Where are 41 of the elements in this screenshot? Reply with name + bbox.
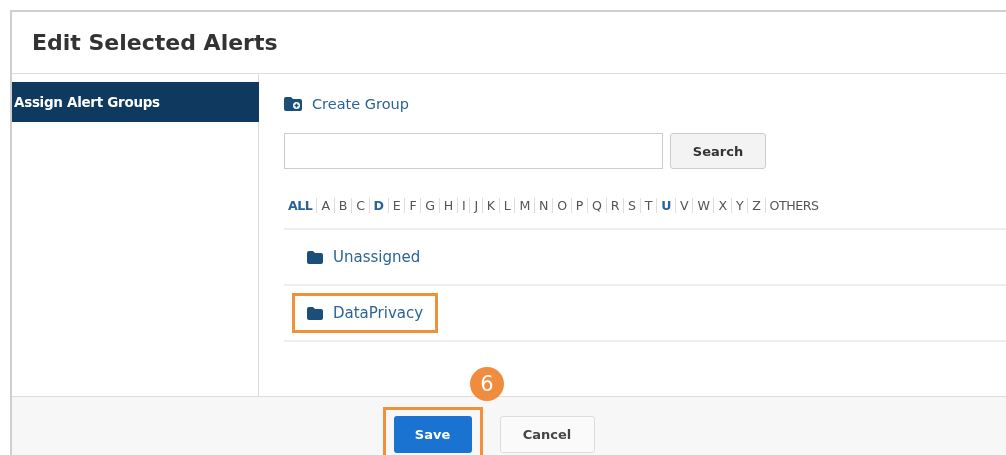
letter-filter-link[interactable]: B	[334, 197, 353, 213]
letter-filter-link[interactable]: J	[470, 197, 483, 213]
letter-filter-link[interactable]: A	[317, 197, 335, 213]
search-field[interactable]	[284, 133, 663, 169]
folder-icon	[307, 250, 323, 264]
letter-filter-link[interactable]: OTHERS	[765, 197, 823, 213]
letter-filter-link[interactable]: H	[439, 197, 458, 213]
dialog-title: Edit Selected Alerts	[32, 30, 278, 55]
letter-filter-link[interactable]: W	[693, 197, 715, 213]
letter-filter-link[interactable]: K	[482, 197, 500, 213]
letter-filter-link[interactable]: P	[571, 197, 588, 213]
cancel-button[interactable]: Cancel	[499, 416, 595, 453]
letter-filter-link[interactable]: D	[369, 197, 389, 213]
letter-filter-link[interactable]: I	[457, 197, 471, 213]
letter-filter-link[interactable]: E	[388, 197, 406, 213]
letter-filter-link[interactable]: C	[352, 197, 370, 213]
create-group-link[interactable]: Create Group	[312, 96, 409, 112]
letter-filter-link[interactable]: G	[421, 197, 440, 213]
folder-icon	[307, 306, 323, 320]
group-item[interactable]: Unassigned	[292, 237, 436, 277]
letter-filter-link[interactable]: Y	[731, 197, 749, 213]
save-button[interactable]: Save	[393, 416, 472, 453]
letter-filter-link[interactable]: T	[640, 197, 658, 213]
letter-filter-link[interactable]: ALL	[284, 197, 318, 213]
letter-filter-link[interactable]: X	[714, 197, 732, 213]
letter-filter-link[interactable]: N	[534, 197, 554, 213]
letter-filter-link[interactable]: F	[405, 197, 422, 213]
group-item[interactable]: DataPrivacy	[292, 293, 439, 333]
letter-filter-link[interactable]: S	[624, 197, 641, 213]
letter-filter-link[interactable]: V	[676, 197, 694, 213]
letter-filter-link[interactable]: R	[606, 197, 624, 213]
letter-filter-link[interactable]: Q	[587, 197, 607, 213]
letter-filter-link[interactable]: L	[499, 197, 516, 213]
letter-filter-link[interactable]: M	[515, 197, 535, 213]
letter-filter-link[interactable]: Z	[748, 197, 766, 213]
search-button[interactable]: Search	[670, 133, 766, 169]
letter-filter-link[interactable]: U	[657, 197, 676, 213]
sidebar-item[interactable]: Assign Alert Groups	[12, 82, 259, 122]
letter-filter-link[interactable]: O	[553, 197, 572, 213]
step-badge: 6	[470, 367, 504, 401]
add-folder-icon	[284, 97, 302, 111]
